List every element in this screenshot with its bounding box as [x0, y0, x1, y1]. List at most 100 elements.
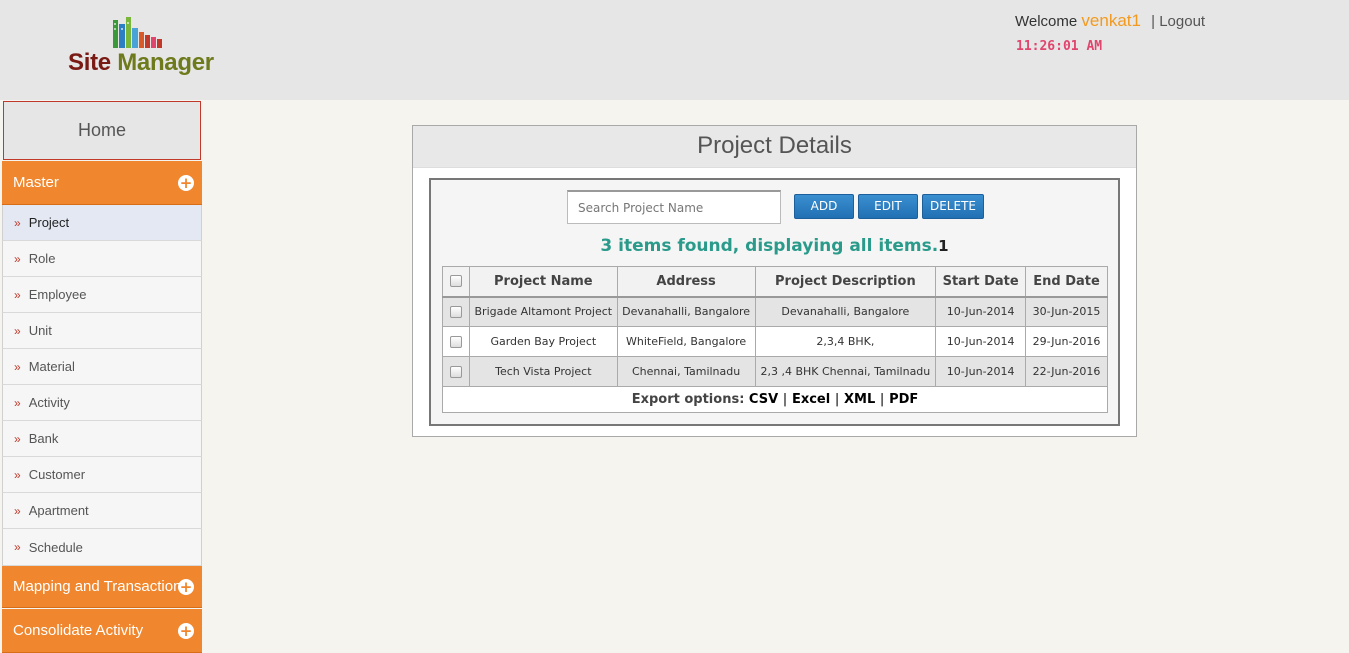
select-all-checkbox[interactable]: [442, 266, 470, 298]
add-button[interactable]: ADD: [794, 194, 854, 219]
table-cell: 10-Jun-2014: [935, 326, 1027, 357]
table-cell: 29-Jun-2016: [1025, 326, 1108, 357]
checkbox-icon: [449, 366, 462, 378]
results-summary: 3 items found, displaying all items.1: [431, 236, 1118, 256]
table-cell: 30-Jun-2015: [1025, 296, 1108, 327]
table-row[interactable]: Garden Bay Project WhiteField, Bangalore…: [442, 326, 1108, 357]
table-cell: Chennai, Tamilnadu: [616, 356, 756, 387]
separator: |: [782, 392, 788, 407]
edit-button[interactable]: EDIT: [858, 194, 918, 219]
chevron-right-icon: »: [14, 503, 21, 518]
sidebar-item-label: Material: [28, 359, 75, 374]
section-consolidate-label: Consolidate Activity: [13, 622, 144, 639]
clock: 11:26:01 AM: [1016, 39, 1103, 54]
table-cell: WhiteField, Bangalore: [616, 326, 756, 357]
section-mapping-transaction[interactable]: Mapping and Transaction +: [2, 566, 202, 608]
sidebar-item-role[interactable]: » Role: [2, 241, 202, 277]
sidebar-item-activity[interactable]: » Activity: [2, 385, 202, 421]
welcome-bar: Welcome venkat1 | Logout: [1015, 11, 1205, 31]
table-cell: Devanahalli, Bangalore: [754, 296, 937, 327]
table-cell: 2,3,4 BHK,: [754, 326, 937, 357]
table-row[interactable]: Tech Vista Project Chennai, Tamilnadu 2,…: [442, 356, 1108, 387]
sidebar-item-label: Apartment: [28, 503, 89, 518]
separator: |: [1151, 13, 1156, 30]
column-header[interactable]: Address: [616, 266, 756, 298]
sidebar-item-label: Schedule: [28, 539, 83, 555]
sidebar-item-schedule[interactable]: » Schedule: [2, 529, 202, 566]
sidebar-item-bank[interactable]: » Bank: [2, 421, 202, 457]
results-count-text: 3 items found, displaying all items.: [600, 236, 939, 256]
search-input[interactable]: [567, 190, 781, 224]
column-header[interactable]: End Date: [1025, 266, 1108, 298]
page-number-link[interactable]: 1: [938, 237, 948, 255]
sidebar-item-apartment[interactable]: » Apartment: [2, 493, 202, 529]
chevron-right-icon: »: [14, 395, 21, 410]
chevron-right-icon: »: [14, 540, 21, 554]
chevron-right-icon: »: [14, 467, 21, 482]
sidebar-item-label: Bank: [28, 431, 59, 446]
table-header-row: Project Name Address Project Description…: [442, 266, 1108, 298]
sidebar-item-material[interactable]: » Material: [2, 349, 202, 385]
checkbox-icon: [449, 275, 462, 288]
site-manager-logo[interactable]: Site Manager: [66, 14, 214, 84]
sidebar: Home Master + » Project » Role » Employe…: [2, 101, 202, 653]
section-master[interactable]: Master +: [2, 161, 202, 205]
row-checkbox[interactable]: [442, 326, 470, 357]
chevron-right-icon: »: [14, 251, 21, 266]
home-button[interactable]: Home: [3, 101, 201, 160]
project-grid-container: ADD EDIT DELETE 3 items found, displayin…: [429, 178, 1120, 426]
table-cell: 10-Jun-2014: [935, 296, 1027, 327]
table-cell: 22-Jun-2016: [1025, 356, 1108, 387]
table-row[interactable]: Brigade Altamont Project Devanahalli, Ba…: [442, 296, 1108, 327]
logo-word-site: Site: [68, 49, 111, 76]
username: venkat1: [1081, 11, 1141, 30]
table-cell: 2,3 ,4 BHK Chennai, Tamilnadu: [754, 356, 937, 387]
page-title: Project Details: [413, 126, 1136, 168]
table-cell: Brigade Altamont Project: [468, 296, 618, 327]
sidebar-item-label: Employee: [28, 287, 87, 302]
export-excel-link[interactable]: Excel: [792, 392, 830, 407]
expand-plus-icon[interactable]: +: [178, 174, 194, 191]
header: Site Manager Welcome venkat1 | Logout 11…: [0, 0, 1349, 100]
expand-plus-icon[interactable]: +: [178, 578, 194, 595]
logo-word-manager: Manager: [117, 49, 214, 76]
expand-plus-icon[interactable]: +: [178, 622, 194, 639]
export-xml-link[interactable]: XML: [844, 392, 875, 407]
logo-text: Site Manager: [68, 49, 214, 77]
section-consolidate-activity[interactable]: Consolidate Activity +: [2, 609, 202, 653]
table-cell: Tech Vista Project: [468, 356, 618, 387]
master-menu: » Project » Role » Employee » Unit » Mat…: [2, 205, 202, 566]
sidebar-item-customer[interactable]: » Customer: [2, 457, 202, 493]
export-label: Export options:: [631, 392, 745, 407]
sidebar-item-label: Activity: [28, 395, 70, 410]
sidebar-item-label: Customer: [28, 467, 86, 482]
chevron-right-icon: »: [14, 431, 21, 446]
sidebar-item-label: Project: [28, 215, 70, 230]
separator: |: [834, 392, 840, 407]
sidebar-item-label: Role: [28, 251, 56, 266]
section-master-label: Master: [13, 174, 59, 191]
sidebar-item-unit[interactable]: » Unit: [2, 313, 202, 349]
sidebar-item-employee[interactable]: » Employee: [2, 277, 202, 313]
row-checkbox[interactable]: [442, 356, 470, 387]
column-header[interactable]: Project Name: [468, 266, 618, 298]
export-pdf-link[interactable]: PDF: [889, 392, 918, 407]
export-csv-link[interactable]: CSV: [749, 392, 778, 407]
column-header[interactable]: Start Date: [935, 266, 1027, 298]
projects-table: Project Name Address Project Description…: [442, 266, 1108, 387]
separator: |: [879, 392, 885, 407]
export-options: Export options: CSV | Excel | XML | PDF: [442, 386, 1108, 413]
sidebar-item-project[interactable]: » Project: [2, 205, 202, 241]
table-cell: Devanahalli, Bangalore: [616, 296, 756, 327]
logout-link[interactable]: Logout: [1159, 13, 1205, 30]
buildings-icon: [113, 17, 162, 48]
welcome-label: Welcome: [1015, 13, 1078, 30]
delete-button[interactable]: DELETE: [922, 194, 984, 219]
column-header[interactable]: Project Description: [754, 266, 937, 298]
row-checkbox[interactable]: [442, 296, 470, 327]
chevron-right-icon: »: [14, 287, 21, 302]
table-cell: 10-Jun-2014: [935, 356, 1027, 387]
checkbox-icon: [449, 306, 462, 319]
project-details-panel: Project Details ADD EDIT DELETE 3 items …: [412, 125, 1137, 437]
table-cell: Garden Bay Project: [468, 326, 618, 357]
